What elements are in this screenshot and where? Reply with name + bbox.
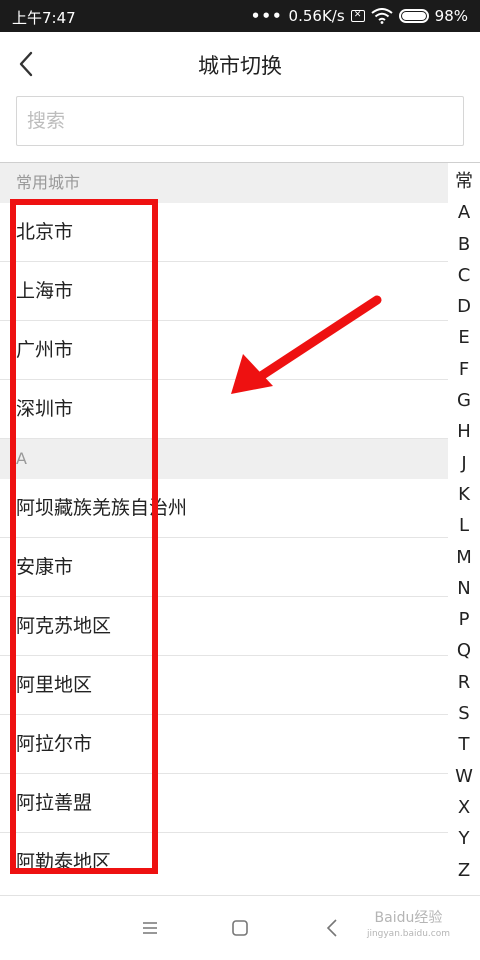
index-letter[interactable]: H xyxy=(448,416,480,447)
index-letter[interactable]: F xyxy=(448,354,480,385)
index-letter[interactable]: C xyxy=(448,260,480,291)
system-nav-bar: Baidu经验 jingyan.baidu.com xyxy=(0,896,480,960)
index-letter[interactable]: 常 xyxy=(448,166,480,197)
index-letter[interactable]: B xyxy=(448,229,480,260)
wifi-icon xyxy=(371,8,393,24)
index-letter[interactable]: P xyxy=(448,604,480,635)
index-letter[interactable]: R xyxy=(448,667,480,698)
no-sim-icon: ✕ xyxy=(350,10,365,22)
index-letter[interactable]: E xyxy=(448,322,480,353)
index-letter[interactable]: A xyxy=(448,197,480,228)
battery-icon xyxy=(398,9,429,23)
watermark-text: Baidu经验 xyxy=(374,910,443,926)
section-header: 常用城市 xyxy=(0,163,448,203)
home-square-icon[interactable] xyxy=(226,914,254,942)
signal-dots-icon: ••• xyxy=(250,7,283,25)
index-letter[interactable]: T xyxy=(448,729,480,760)
network-speed: 0.56K/s xyxy=(288,7,345,25)
index-letter[interactable]: W xyxy=(448,761,480,792)
back-triangle-icon[interactable] xyxy=(318,914,346,942)
index-letter[interactable]: L xyxy=(448,510,480,541)
search-box[interactable] xyxy=(16,96,464,146)
page-title: 城市切换 xyxy=(198,54,282,78)
search-input[interactable] xyxy=(17,97,463,145)
index-letter[interactable]: S xyxy=(448,698,480,729)
index-letter[interactable]: D xyxy=(448,291,480,322)
arrow-annotation xyxy=(231,295,382,394)
watermark-sub: jingyan.baidu.com xyxy=(366,929,450,939)
index-letter[interactable]: M xyxy=(448,542,480,573)
index-letter[interactable]: J xyxy=(448,448,480,479)
baidu-watermark: Baidu经验 jingyan.baidu.com xyxy=(367,910,450,942)
status-time: 上午7:47 xyxy=(12,9,76,27)
index-letter[interactable]: K xyxy=(448,479,480,510)
status-icons: ••• 0.56K/s ✕ 98% xyxy=(251,7,468,25)
battery-percent: 98% xyxy=(434,7,468,25)
index-letter[interactable]: G xyxy=(448,385,480,416)
index-letter[interactable]: Q xyxy=(448,635,480,666)
index-letter[interactable]: Y xyxy=(448,823,480,854)
header-bar: 城市切换 xyxy=(0,32,480,96)
index-letter[interactable]: X xyxy=(448,792,480,823)
index-letter[interactable]: N xyxy=(448,573,480,604)
alphabet-index[interactable]: 常ABCDEFGHJKLMNPQRSTWXYZ xyxy=(448,166,480,886)
highlight-box-annotation xyxy=(10,199,158,874)
menu-icon[interactable] xyxy=(136,914,164,942)
battery-fill xyxy=(401,12,426,20)
index-letter[interactable]: Z xyxy=(448,855,480,886)
status-bar: 上午7:47 ••• 0.56K/s ✕ 98% xyxy=(0,0,480,32)
